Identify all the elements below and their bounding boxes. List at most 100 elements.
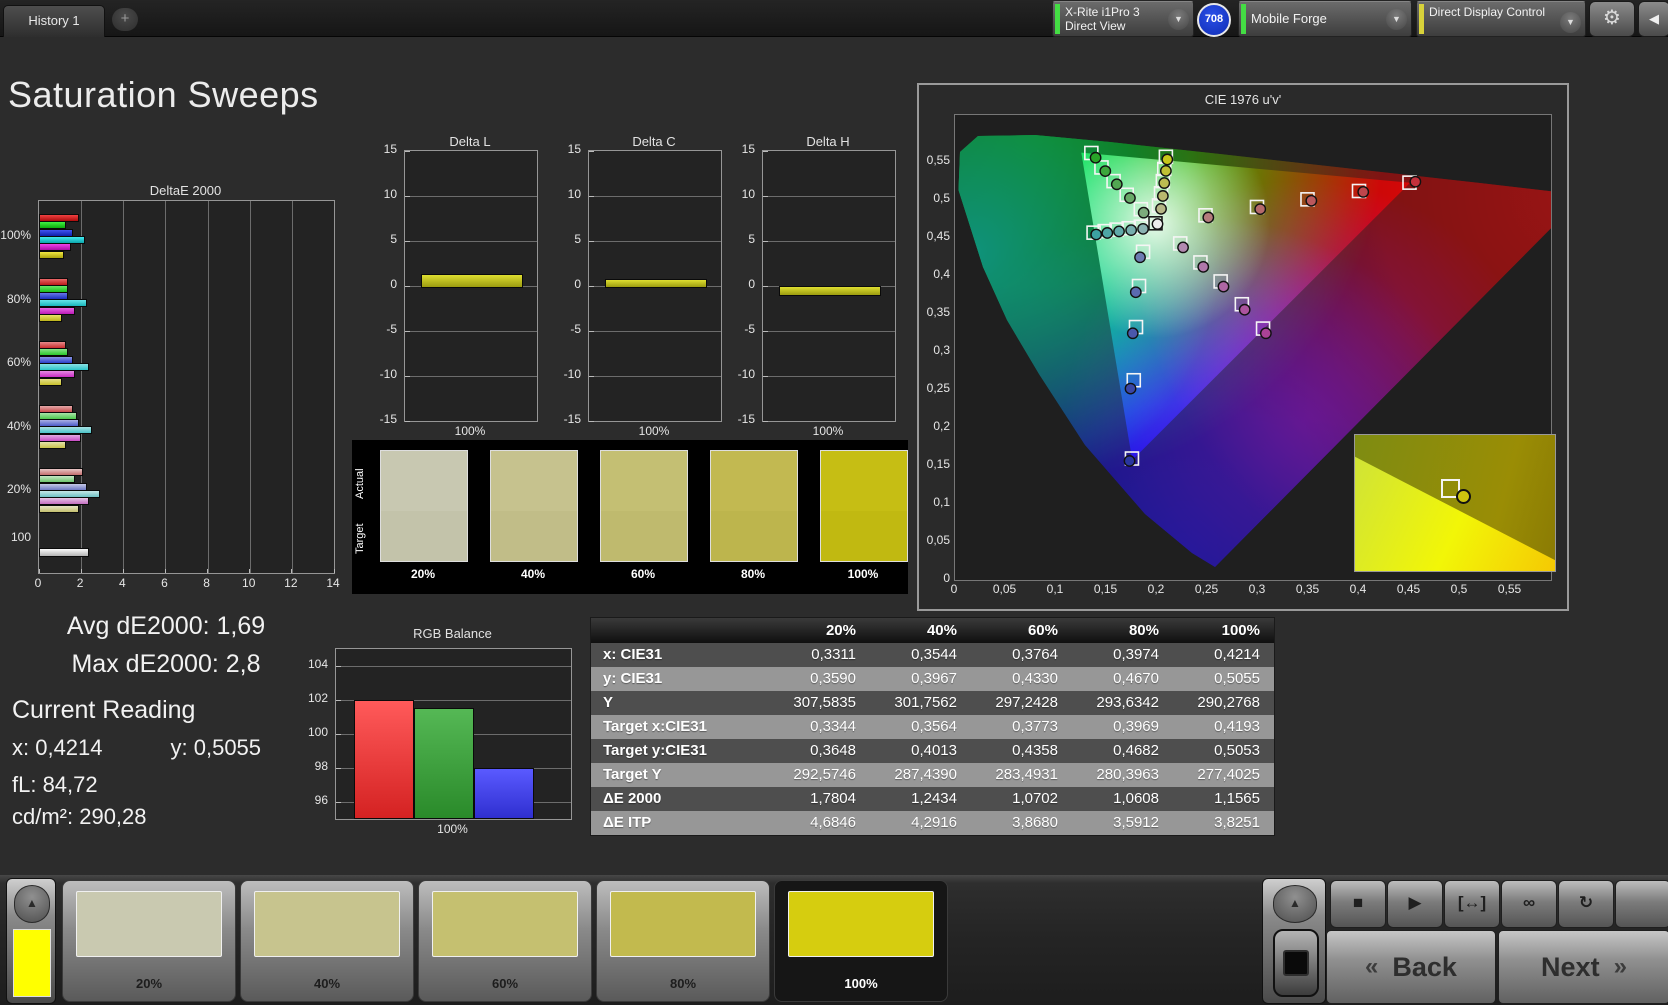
table-header-row: 20%40%60%80%100% xyxy=(591,618,1274,643)
stop-button[interactable]: ■ xyxy=(1330,880,1386,928)
table-value: 292,5746 xyxy=(769,763,870,787)
y-tick-label: 104 xyxy=(308,657,328,671)
measured-point-red-80% xyxy=(1358,187,1368,197)
measured-point-blue-80% xyxy=(1125,383,1135,393)
pattern-patch-60%[interactable]: 60% xyxy=(418,880,592,1002)
table-value: 0,4330 xyxy=(971,667,1072,691)
swatch-20% xyxy=(380,450,468,562)
x-tick-label: 12 xyxy=(279,576,303,590)
pattern-patch-20%[interactable]: 20% xyxy=(62,880,236,1002)
tick-mark xyxy=(763,151,768,152)
tick-mark xyxy=(405,241,410,242)
y-tick-label: -5 xyxy=(744,322,755,336)
actual-row-label: Actual xyxy=(354,454,370,514)
tick-mark xyxy=(39,569,40,573)
current-pattern-swatch[interactable] xyxy=(13,929,51,997)
display-status-bar xyxy=(1419,4,1424,34)
loop-infinite-button[interactable]: ∞ xyxy=(1501,880,1557,928)
measured-point-magenta-20% xyxy=(1178,242,1188,252)
deltae2000-chart-title: DeltaE 2000 xyxy=(38,183,333,198)
x-tick-label: 0 xyxy=(26,576,50,590)
gridline xyxy=(405,241,537,242)
delta-c-x-label: 100% xyxy=(588,424,720,438)
cie-x-tick-label: 0,45 xyxy=(1389,582,1429,596)
play-button[interactable]: ▶ xyxy=(1387,880,1443,928)
actual-target-swatch-strip: ActualTarget20%40%60%80%100% xyxy=(352,440,908,594)
current-cdm2-value: cd/m²: 290,28 xyxy=(12,804,147,830)
pattern-patch-40%[interactable]: 40% xyxy=(240,880,414,1002)
measured-point-cyan-40% xyxy=(1126,225,1136,235)
stop-measurement-button[interactable] xyxy=(1273,929,1319,997)
table-value: 283,4931 xyxy=(971,763,1072,787)
bottom-pattern-bar: ▲ ▲ « Back Next » 20%40%60%80%100% ■▶[↔]∞… xyxy=(0,875,1668,1005)
tick-mark xyxy=(763,241,768,242)
table-value: 4,2916 xyxy=(870,811,971,835)
back-button[interactable]: « Back xyxy=(1326,930,1496,1004)
chevron-down-icon: ▼ xyxy=(1386,9,1407,30)
y-tick-label: 10 xyxy=(568,187,581,201)
rgb-balance-chart xyxy=(335,648,572,820)
table-header-cell: 40% xyxy=(870,618,971,643)
delta-h-y-axis: 151050-5-10-15 xyxy=(732,150,759,420)
delta-h-chart xyxy=(762,150,896,422)
next-button[interactable]: Next » xyxy=(1498,930,1668,1004)
display-control-dropdown[interactable]: Direct Display Control ▼ xyxy=(1416,1,1586,37)
cie-y-tick-label: 0,5 xyxy=(933,191,950,205)
next-chevron-icon: » xyxy=(1614,953,1627,981)
stop-icon xyxy=(1283,950,1309,976)
gridline xyxy=(250,201,251,573)
table-value: 0,5055 xyxy=(1173,667,1274,691)
meter-dropdown[interactable]: X-Rite i1Pro 3 Direct View ▼ xyxy=(1052,1,1194,37)
y-tick-label: 0 xyxy=(574,277,581,291)
tick-mark xyxy=(405,196,410,197)
delta-l-y-axis: 151050-5-10-15 xyxy=(374,150,401,420)
measured-point-red-20% xyxy=(1203,212,1213,222)
frame-step-button[interactable]: [↔] xyxy=(1444,880,1500,928)
settings-gear-button[interactable]: ⚙ xyxy=(1589,1,1635,37)
measured-point-blue-40% xyxy=(1131,287,1141,297)
measured-point-cyan-80% xyxy=(1102,228,1112,238)
pattern-patch-100%[interactable]: 100% xyxy=(774,880,948,1002)
table-value: 0,3344 xyxy=(769,715,870,739)
x-tick-label: 8 xyxy=(195,576,219,590)
y-tick-label: 5 xyxy=(390,232,397,246)
tab-history-1[interactable]: History 1 xyxy=(3,5,105,37)
table-value: 1,0702 xyxy=(971,787,1072,811)
table-value: 0,3773 xyxy=(971,715,1072,739)
delta-l-chart xyxy=(404,150,538,422)
add-tab-button[interactable]: + xyxy=(112,8,138,31)
current-reading-heading: Current Reading xyxy=(12,696,195,725)
table-row: Target x:CIE310,33440,35640,37730,39690,… xyxy=(591,715,1274,739)
y-tick-label: 96 xyxy=(315,793,328,807)
actual-swatch xyxy=(491,451,577,511)
row-label: x: CIE31 xyxy=(591,643,769,667)
patch-swatch xyxy=(432,891,578,957)
meter-count-badge[interactable]: 708 xyxy=(1197,3,1231,37)
next-label: Next xyxy=(1541,952,1600,983)
cie-x-tick-label: 0,5 xyxy=(1439,582,1479,596)
row-label: ΔE ITP xyxy=(591,811,769,835)
y-tick-label: 100 xyxy=(308,725,328,739)
tick-mark xyxy=(405,151,410,152)
source-dropdown[interactable]: Mobile Forge ▼ xyxy=(1238,1,1412,37)
source-dropdown-label: Mobile Forge xyxy=(1251,2,1385,36)
cie-inset-measured-point xyxy=(1456,489,1471,504)
x-tick-label: 4 xyxy=(110,576,134,590)
table-value: 3,8680 xyxy=(971,811,1072,835)
actual-swatch xyxy=(381,451,467,511)
collapse-panel-button[interactable]: ◀ xyxy=(1638,1,1668,37)
target-swatch xyxy=(491,511,577,561)
gridline xyxy=(763,376,895,377)
chevron-up-icon[interactable]: ▲ xyxy=(14,885,50,923)
y-tick-label: 15 xyxy=(384,142,397,156)
gridline xyxy=(589,331,721,332)
tick-mark xyxy=(405,376,410,377)
table-value: 0,3974 xyxy=(1072,643,1173,667)
table-row: Target y:CIE310,36480,40130,43580,46820,… xyxy=(591,739,1274,763)
blank-button[interactable] xyxy=(1615,880,1668,928)
y-tick-label: 5 xyxy=(574,232,581,246)
table-value: 0,3969 xyxy=(1072,715,1173,739)
chevron-up-icon[interactable]: ▲ xyxy=(1273,885,1317,923)
refresh-button[interactable]: ↻ xyxy=(1558,880,1614,928)
pattern-patch-80%[interactable]: 80% xyxy=(596,880,770,1002)
